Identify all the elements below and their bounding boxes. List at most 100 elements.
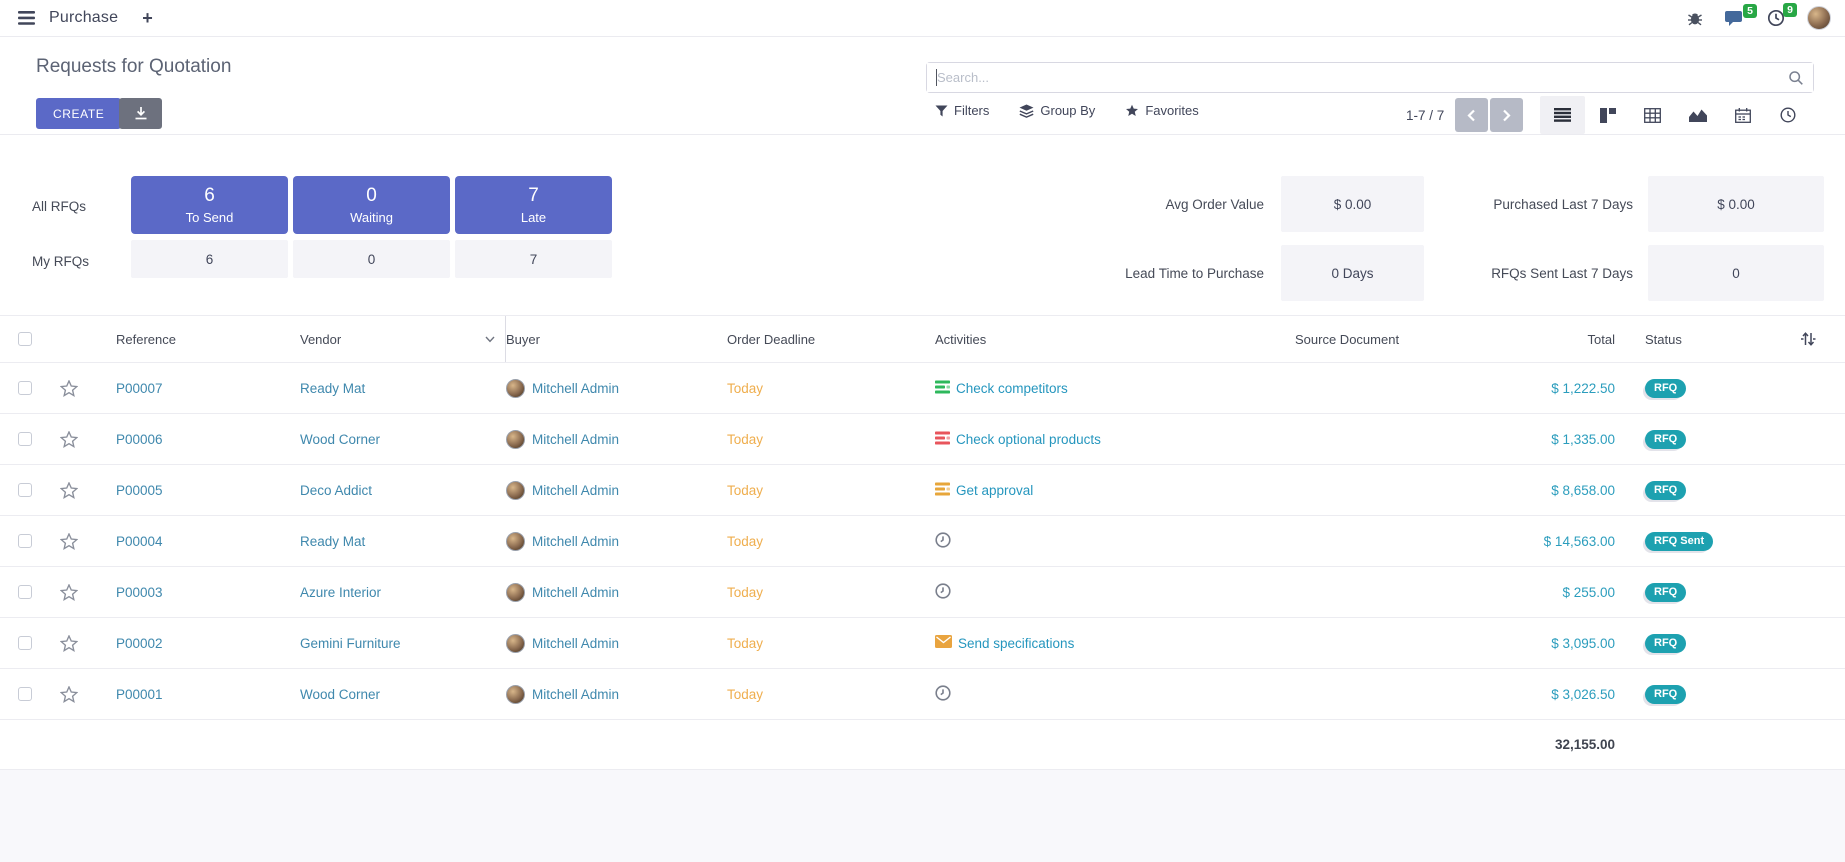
- app-title[interactable]: Purchase: [49, 9, 118, 27]
- stat-to-send-button[interactable]: 6 To Send: [131, 176, 288, 234]
- column-header-status[interactable]: Status: [1625, 332, 1770, 347]
- new-tab-button[interactable]: +: [142, 8, 153, 29]
- row-checkbox[interactable]: [18, 483, 32, 497]
- reference-link[interactable]: P00003: [116, 585, 163, 600]
- funnel-icon: [935, 105, 948, 117]
- stat-waiting-button[interactable]: 0 Waiting: [293, 176, 450, 234]
- reference-link[interactable]: P00002: [116, 636, 163, 651]
- reference-link[interactable]: P00001: [116, 687, 163, 702]
- clock-icon[interactable]: [935, 532, 951, 551]
- pivot-view-button[interactable]: [1630, 96, 1675, 134]
- buyer-link[interactable]: Mitchell Admin: [532, 636, 619, 651]
- tasks-icon[interactable]: [935, 431, 950, 448]
- vendor-link[interactable]: Wood Corner: [300, 432, 380, 447]
- layers-icon: [1019, 104, 1034, 118]
- column-header-reference[interactable]: Reference: [116, 332, 300, 347]
- column-header-buyer[interactable]: Buyer: [506, 332, 727, 347]
- row-checkbox[interactable]: [18, 585, 32, 599]
- favorite-star-icon[interactable]: [60, 380, 78, 397]
- table-row[interactable]: P00005 Deco Addict Mitchell Admin Today …: [0, 465, 1845, 516]
- bug-icon[interactable]: [1687, 10, 1703, 26]
- activity-link[interactable]: Check optional products: [956, 432, 1101, 447]
- search-input[interactable]: [927, 63, 1813, 92]
- activity-clock-icon[interactable]: 9: [1767, 9, 1785, 27]
- favorite-star-icon[interactable]: [60, 431, 78, 448]
- pager-next-button[interactable]: [1490, 98, 1523, 132]
- export-button[interactable]: [119, 98, 162, 129]
- row-checkbox[interactable]: [18, 432, 32, 446]
- clock-icon[interactable]: [935, 583, 951, 602]
- create-button[interactable]: CREATE: [36, 98, 121, 129]
- tasks-icon[interactable]: [935, 380, 950, 397]
- order-deadline: Today: [727, 585, 763, 600]
- table-row[interactable]: P00006 Wood Corner Mitchell Admin Today …: [0, 414, 1845, 465]
- order-deadline: Today: [727, 687, 763, 702]
- reference-link[interactable]: P00004: [116, 534, 163, 549]
- buyer-link[interactable]: Mitchell Admin: [532, 534, 619, 549]
- favorite-star-icon[interactable]: [60, 584, 78, 601]
- list-view-button[interactable]: [1540, 96, 1585, 134]
- column-header-order-deadline[interactable]: Order Deadline: [727, 332, 935, 347]
- kanban-view-button[interactable]: [1585, 96, 1630, 134]
- total-amount: $ 1,222.50: [1551, 381, 1615, 396]
- activity-view-button[interactable]: [1765, 96, 1810, 134]
- vendor-link[interactable]: Wood Corner: [300, 687, 380, 702]
- select-all-checkbox[interactable]: [18, 332, 32, 346]
- activity-link[interactable]: Get approval: [956, 483, 1033, 498]
- tasks-icon[interactable]: [935, 482, 950, 499]
- stat-late-button[interactable]: 7 Late: [455, 176, 612, 234]
- buyer-avatar: [506, 685, 525, 704]
- table-row[interactable]: P00004 Ready Mat Mitchell Admin Today $ …: [0, 516, 1845, 567]
- my-late-value[interactable]: 7: [455, 240, 612, 278]
- buyer-link[interactable]: Mitchell Admin: [532, 687, 619, 702]
- pager-previous-button[interactable]: [1455, 98, 1488, 132]
- my-to-send-value[interactable]: 6: [131, 240, 288, 278]
- column-header-source-document[interactable]: Source Document: [1295, 332, 1470, 347]
- activity-link[interactable]: Send specifications: [958, 636, 1074, 651]
- optional-columns-icon: [1800, 331, 1816, 347]
- favorite-star-icon[interactable]: [60, 482, 78, 499]
- filters-button[interactable]: Filters: [935, 103, 989, 118]
- buyer-link[interactable]: Mitchell Admin: [532, 483, 619, 498]
- apps-menu-icon[interactable]: [18, 11, 35, 25]
- buyer-link[interactable]: Mitchell Admin: [532, 432, 619, 447]
- column-header-total[interactable]: Total: [1470, 332, 1625, 347]
- table-row[interactable]: P00007 Ready Mat Mitchell Admin Today Ch…: [0, 363, 1845, 414]
- row-checkbox[interactable]: [18, 534, 32, 548]
- buyer-link[interactable]: Mitchell Admin: [532, 585, 619, 600]
- calendar-view-button[interactable]: [1720, 96, 1765, 134]
- clock-icon[interactable]: [935, 685, 951, 704]
- reference-link[interactable]: P00006: [116, 432, 163, 447]
- favorite-star-icon[interactable]: [60, 533, 78, 550]
- table-row[interactable]: P00001 Wood Corner Mitchell Admin Today …: [0, 669, 1845, 720]
- buyer-link[interactable]: Mitchell Admin: [532, 381, 619, 396]
- order-deadline: Today: [727, 534, 763, 549]
- envelope-icon[interactable]: [935, 635, 952, 651]
- vendor-link[interactable]: Azure Interior: [300, 585, 381, 600]
- table-row[interactable]: P00002 Gemini Furniture Mitchell Admin T…: [0, 618, 1845, 669]
- activity-link[interactable]: Check competitors: [956, 381, 1068, 396]
- group-by-button[interactable]: Group By: [1019, 103, 1095, 118]
- row-checkbox[interactable]: [18, 687, 32, 701]
- kpi-rfqs-sent: 0: [1648, 245, 1824, 301]
- graph-view-button[interactable]: [1675, 96, 1720, 134]
- vendor-link[interactable]: Ready Mat: [300, 534, 365, 549]
- messages-icon[interactable]: 5: [1725, 10, 1745, 27]
- row-checkbox[interactable]: [18, 381, 32, 395]
- favorites-button[interactable]: Favorites: [1125, 103, 1198, 118]
- table-row[interactable]: P00003 Azure Interior Mitchell Admin Tod…: [0, 567, 1845, 618]
- my-waiting-value[interactable]: 0: [293, 240, 450, 278]
- reference-link[interactable]: P00005: [116, 483, 163, 498]
- column-header-vendor[interactable]: Vendor: [300, 316, 506, 362]
- user-avatar[interactable]: [1807, 6, 1831, 30]
- favorite-star-icon[interactable]: [60, 635, 78, 652]
- vendor-link[interactable]: Gemini Furniture: [300, 636, 401, 651]
- vendor-link[interactable]: Ready Mat: [300, 381, 365, 396]
- vendor-link[interactable]: Deco Addict: [300, 483, 372, 498]
- search-icon[interactable]: [1788, 70, 1804, 91]
- reference-link[interactable]: P00007: [116, 381, 163, 396]
- favorite-star-icon[interactable]: [60, 686, 78, 703]
- column-header-activities[interactable]: Activities: [935, 332, 1295, 347]
- optional-columns-button[interactable]: [1770, 331, 1845, 347]
- row-checkbox[interactable]: [18, 636, 32, 650]
